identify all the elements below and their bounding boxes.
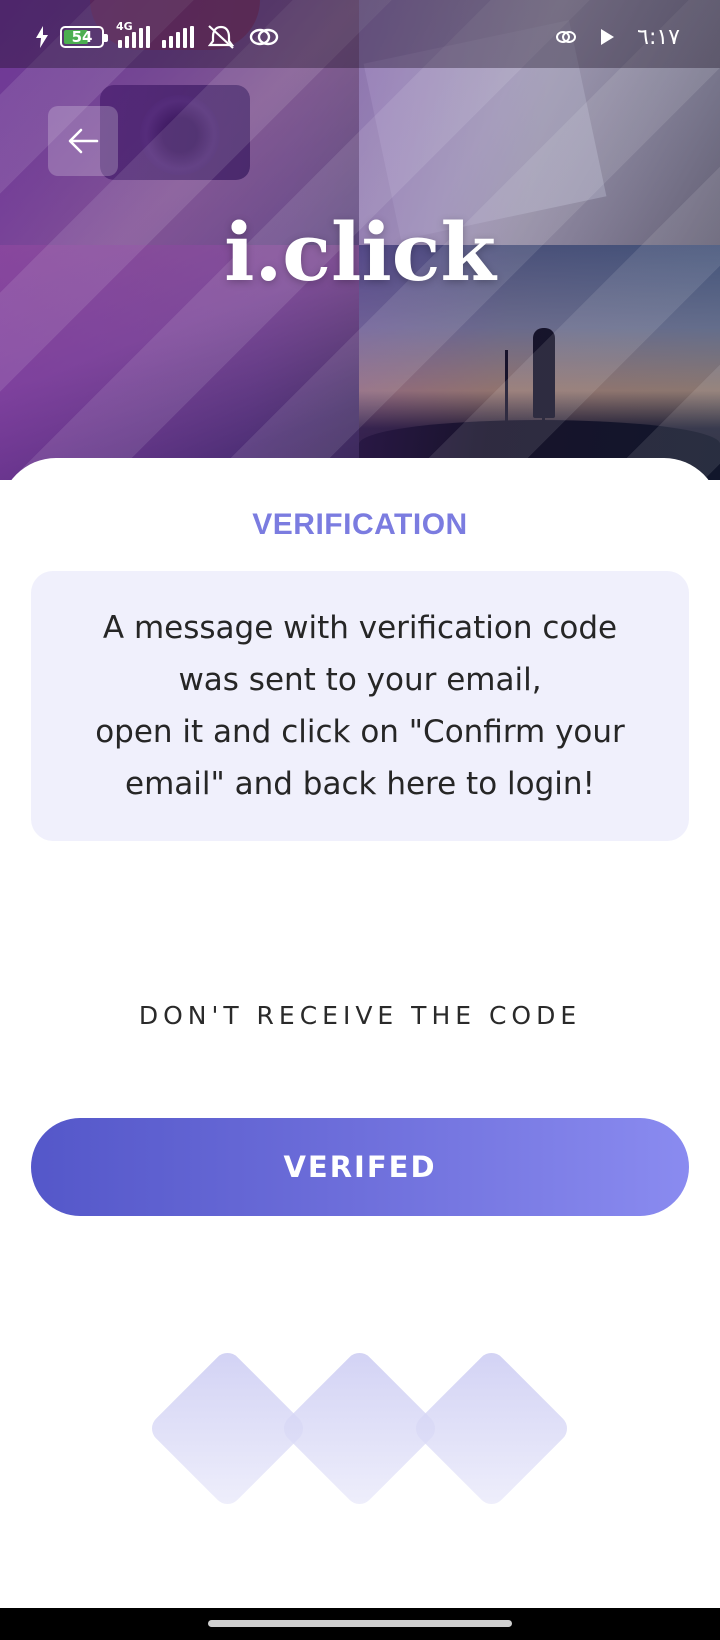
status-bar-left: 54 4G (36, 20, 280, 52)
navigation-bar (0, 1608, 720, 1640)
verified-button[interactable]: VERIFED (31, 1118, 689, 1216)
charging-bolt-icon (36, 26, 48, 48)
mute-icon (207, 25, 235, 49)
battery-level: 54 (71, 28, 93, 46)
battery-icon: 54 (60, 26, 108, 48)
arrow-left-icon (68, 128, 99, 154)
battery-tip (104, 34, 108, 42)
link-icon (556, 31, 577, 43)
home-indicator[interactable] (208, 1620, 512, 1627)
signal-icon: 4G (116, 20, 150, 48)
play-icon (601, 29, 615, 45)
signal-icon (162, 26, 194, 48)
link-icon (249, 28, 279, 46)
resend-code-link[interactable]: DON'T RECEIVE THE CODE (0, 1001, 720, 1030)
diamond-shape (410, 1347, 573, 1510)
status-bar: 54 4G ٦:١٧ (0, 0, 720, 68)
decorative-diamonds (0, 1347, 720, 1548)
app-logo: i.click (224, 205, 496, 299)
verification-message: A message with verification code was sen… (95, 610, 625, 802)
verification-card: VERIFICATION A message with verification… (0, 458, 720, 1610)
message-box: A message with verification code was sen… (31, 571, 689, 841)
status-time: ٦:١٧ (637, 24, 680, 50)
back-button[interactable] (48, 106, 118, 176)
network-type: 4G (116, 20, 133, 33)
status-bar-right: ٦:١٧ (555, 22, 680, 52)
page-title: VERIFICATION (252, 508, 468, 541)
